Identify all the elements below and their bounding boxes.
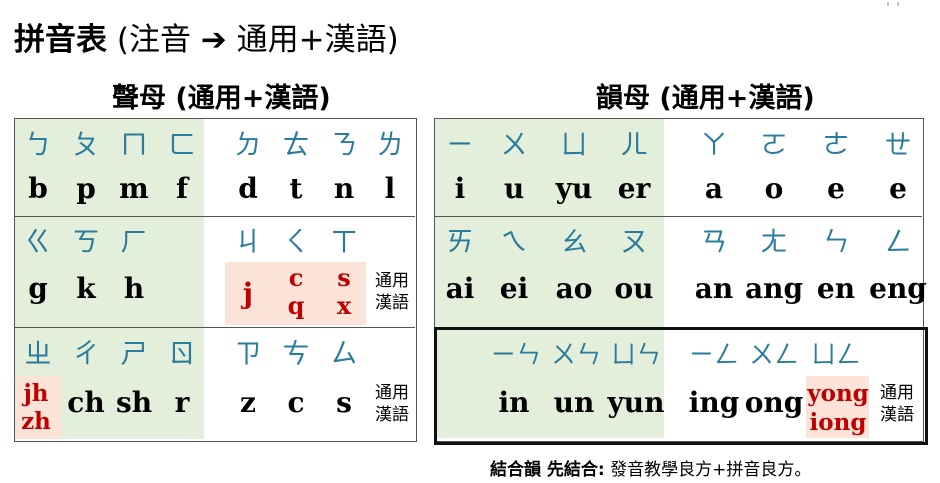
romanization: ing xyxy=(688,386,740,419)
zhuyin-symbol: ㄚ xyxy=(700,130,728,161)
romanization: eng xyxy=(869,272,927,305)
romanization: o xyxy=(764,172,784,205)
romanization: s xyxy=(336,386,352,419)
row-divider xyxy=(15,327,415,328)
zhuyin-symbol: ㄨ xyxy=(500,130,528,161)
zhuyin-symbol: ㄨㄥ xyxy=(748,340,799,369)
romanization: ao xyxy=(555,272,593,305)
romanization: i xyxy=(454,172,466,205)
zhuyin-symbol: ㄨㄣ xyxy=(550,340,601,369)
zhuyin-symbol: ㄢ xyxy=(700,227,728,258)
romanization-s: s xyxy=(337,263,351,292)
note-label: 通用 漢語 xyxy=(375,271,409,313)
romanization-x: x xyxy=(336,291,352,320)
zhuyin-symbol: ㄧ xyxy=(446,130,474,161)
zhuyin-symbol: ㄙ xyxy=(330,339,358,370)
zhuyin-symbol: ㄌ xyxy=(376,130,404,161)
romanization: r xyxy=(174,386,190,419)
romanization: an xyxy=(694,272,734,305)
zhuyin-symbol: ㄛ xyxy=(760,130,788,161)
zhuyin-symbol: ㄞ xyxy=(446,227,474,258)
zhuyin-symbol: ㄖ xyxy=(168,339,196,370)
romanization-yong: yong xyxy=(807,380,869,407)
page-title: 拼音表 (注音 ➔ 通用+漢語) xyxy=(14,14,399,59)
zhuyin-symbol: ㄩㄣ xyxy=(610,340,661,369)
zhuyin-symbol: ㄤ xyxy=(760,227,788,258)
zhuyin-symbol: ㄈ xyxy=(168,130,196,161)
footer-bold: 結合韻 先結合: xyxy=(490,460,605,480)
note-label: 通用 漢語 xyxy=(375,383,409,425)
romanization: in xyxy=(498,386,530,419)
zhuyin-symbol: ㄣ xyxy=(822,227,850,258)
right-section-title: 韻母 (通用+漢語) xyxy=(596,83,815,114)
zhuyin-symbol: ㄠ xyxy=(560,227,588,258)
corner-marks xyxy=(887,2,899,6)
romanization: ei xyxy=(499,272,529,305)
romanization: ou xyxy=(614,272,654,305)
footer-rest: 發音教學良方+拼音良方。 xyxy=(610,460,812,480)
romanization: un xyxy=(553,386,595,419)
zhuyin-symbol: ㄏ xyxy=(120,227,148,258)
zhuyin-symbol: ㄡ xyxy=(620,227,648,258)
zhuyin-symbol: ㄒ xyxy=(330,227,358,258)
note-label: 通用 漢語 xyxy=(880,383,914,425)
zhuyin-symbol: ㄝ xyxy=(884,130,912,161)
row-divider xyxy=(435,216,922,217)
romanization: yu xyxy=(555,172,593,205)
romanization: er xyxy=(617,172,651,205)
romanization-iong: iong xyxy=(809,409,867,436)
romanization: ang xyxy=(744,272,804,305)
romanization: a xyxy=(704,172,724,205)
romanization: yun xyxy=(607,386,665,419)
left-section-title: 聲母 (通用+漢語) xyxy=(112,83,331,114)
zhuyin-symbol: ㄩ xyxy=(560,130,588,161)
row-divider xyxy=(15,216,415,217)
romanization: h xyxy=(123,272,145,305)
romanization: e xyxy=(889,172,907,205)
title-rest: (注音 ➔ 通用+漢語) xyxy=(116,22,399,58)
romanization: en xyxy=(816,272,856,305)
zhuyin-symbol: ㄥ xyxy=(884,227,912,258)
zhuyin-symbol: ㄦ xyxy=(620,130,648,161)
title-main: 拼音表 xyxy=(14,22,107,58)
zhuyin-symbol: ㄧㄣ xyxy=(490,340,541,369)
romanization: f xyxy=(175,172,189,205)
romanization: l xyxy=(384,172,396,205)
zhuyin-symbol: ㄜ xyxy=(822,130,850,161)
romanization: ong xyxy=(744,386,804,419)
romanization: e xyxy=(827,172,845,205)
zhuyin-symbol: ㄩㄥ xyxy=(810,340,861,369)
footer-note: 結合韻 先結合: 發音教學良方+拼音良方。 xyxy=(490,455,811,480)
zhuyin-symbol: ㄟ xyxy=(500,227,528,258)
romanization: ai xyxy=(445,272,475,305)
romanization: u xyxy=(503,172,525,205)
zhuyin-symbol: ㄧㄥ xyxy=(688,340,739,369)
